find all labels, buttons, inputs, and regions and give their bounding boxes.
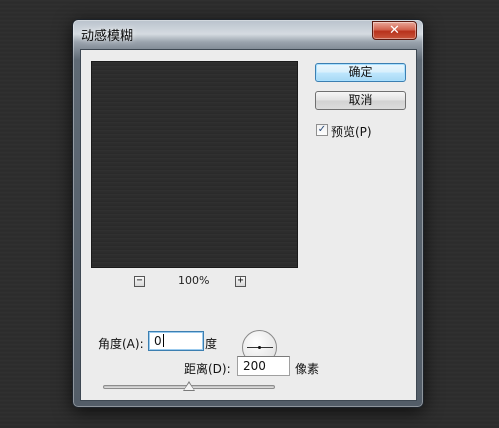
preview-checkbox[interactable]: ✓ [316, 124, 328, 136]
minus-icon: − [136, 275, 143, 286]
close-button[interactable]: ✕ [372, 21, 417, 40]
distance-unit: 像素 [295, 362, 320, 376]
preview-checkbox-label: 预览(P) [331, 125, 372, 139]
cancel-button[interactable]: 取消 [315, 91, 406, 110]
dialog-title: 动感模糊 [81, 29, 134, 44]
title-bar[interactable]: 动感模糊 ✕ [73, 20, 423, 46]
angle-label: 角度(A): [98, 337, 144, 351]
checkmark-icon: ✓ [317, 124, 327, 135]
dialog-body: − 100% + 确定 取消 ✓ 预览(P) 角度(A): 0 度 距离(D):… [80, 49, 417, 401]
angle-input[interactable]: 0 [148, 331, 204, 351]
zoom-in-button[interactable]: + [235, 276, 246, 287]
plus-icon: + [237, 275, 244, 286]
text-caret [162, 334, 164, 347]
preview-canvas[interactable] [91, 61, 298, 268]
angle-dial-center [258, 346, 261, 349]
ok-button[interactable]: 确定 [315, 63, 406, 82]
distance-input[interactable]: 200 [237, 356, 290, 376]
distance-value: 200 [243, 359, 266, 373]
zoom-out-button[interactable]: − [134, 276, 145, 287]
close-icon: ✕ [389, 23, 400, 38]
distance-slider-thumb[interactable] [183, 381, 195, 391]
zoom-level: 100% [178, 274, 210, 287]
angle-unit: 度 [205, 337, 218, 351]
distance-label: 距离(D): [184, 362, 231, 376]
angle-value: 0 [154, 334, 162, 348]
motion-blur-dialog: 动感模糊 ✕ − 100% + 确定 取消 ✓ 预览(P) 角度(A): 0 度 [72, 19, 424, 408]
